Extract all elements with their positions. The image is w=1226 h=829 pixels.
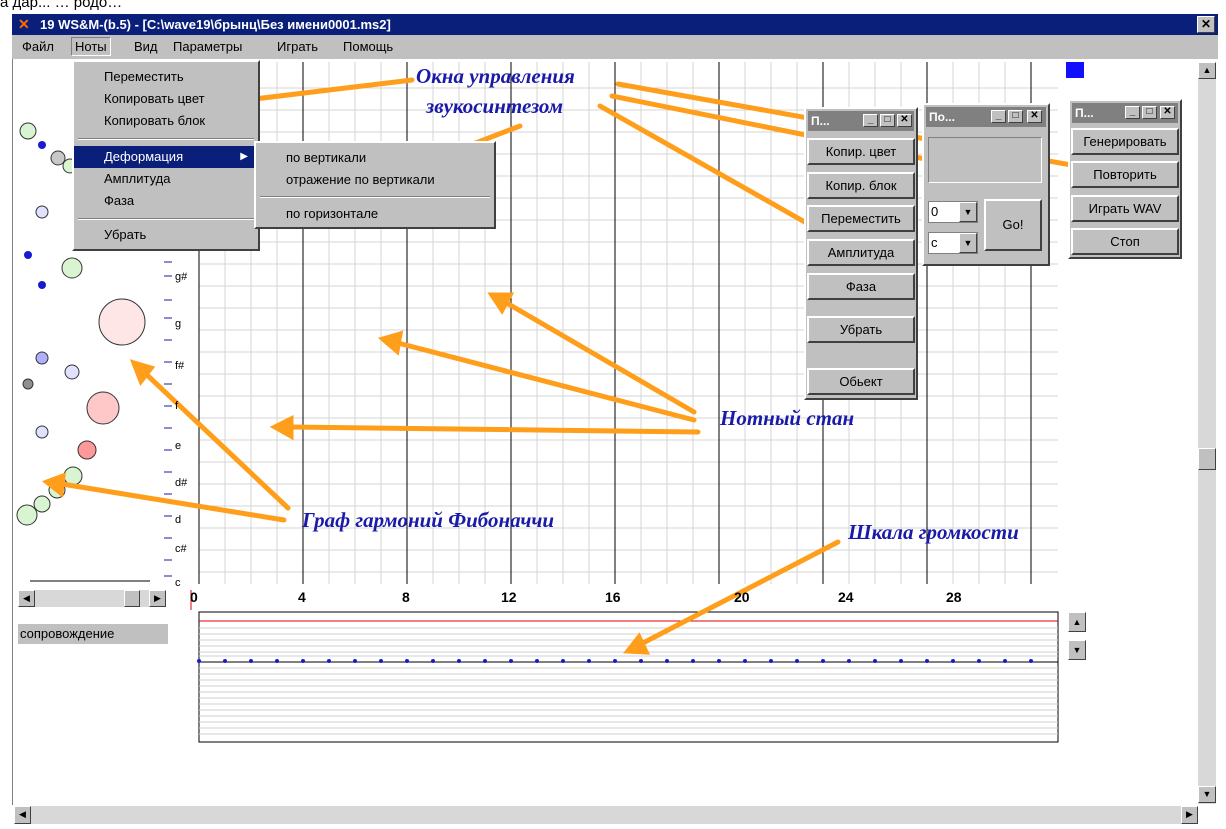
tool-window-edit: П... _ □ ✕ Копир. цвет Копир. блок Перем…	[804, 107, 918, 400]
menu-item-copy-block[interactable]: Копировать блок	[74, 110, 258, 132]
repeat-button[interactable]: Повторить	[1071, 161, 1179, 188]
vscroll-up-icon[interactable]: ▲	[1198, 62, 1216, 79]
note-label-f-sharp: f#	[175, 360, 185, 372]
tool-window-generate-title-text: П...	[1075, 106, 1094, 120]
x-tick-28: 28	[946, 589, 962, 605]
select-note-value: c	[931, 235, 938, 250]
note-label-c-sharp: c#	[175, 543, 187, 555]
graph-scroll-thumb[interactable]	[124, 590, 140, 607]
tool-window-params-title-text: По...	[929, 110, 955, 124]
track-label[interactable]: сопровождение	[18, 624, 168, 644]
menu-item-deformation-label: Деформация	[104, 149, 184, 164]
tool-window-edit-title-text: П...	[811, 114, 830, 128]
maximize-icon[interactable]: □	[1008, 110, 1023, 123]
hscroll-right-icon[interactable]: ▶	[1181, 806, 1198, 824]
notes-menu: Переместить Копировать цвет Копировать б…	[72, 60, 260, 251]
menu-item-move[interactable]: Переместить	[74, 66, 258, 88]
note-label-e: e	[175, 440, 182, 452]
remove-button[interactable]: Убрать	[807, 316, 915, 343]
tool-window-generate: П... _ □ ✕ Генерировать Повторить Играть…	[1068, 99, 1182, 259]
deformation-submenu: по вертикали отражение по вертикали по г…	[254, 141, 496, 229]
tool-window-params: По... _ □ ✕ 0 ▼ c ▼ Go!	[922, 103, 1050, 266]
note-label-d: d	[175, 514, 182, 526]
submenu-separator	[260, 196, 490, 198]
close-icon[interactable]: ✕	[1027, 110, 1042, 123]
submenu-item-vertical[interactable]: по вертикали	[256, 147, 494, 169]
tool-window-params-title[interactable]: По... _ □ ✕	[926, 107, 1046, 127]
chevron-down-icon[interactable]: ▼	[959, 202, 977, 222]
note-label-f: f	[175, 400, 179, 412]
x-tick-4: 4	[298, 589, 306, 605]
note-label-d-sharp: d#	[175, 477, 188, 489]
x-tick-20: 20	[734, 589, 750, 605]
annotation-synth-windows-line2: звукосинтезом	[426, 94, 564, 118]
position-marker	[1066, 62, 1084, 78]
note-label-c: c	[175, 577, 181, 589]
close-icon[interactable]: ✕	[1160, 106, 1175, 119]
main-vscrollbar[interactable]: ▲ ▼	[1198, 62, 1216, 804]
menu-item-phase[interactable]: Фаза	[74, 190, 258, 212]
close-icon[interactable]: ✕	[897, 114, 912, 127]
vscroll-down-icon[interactable]: ▼	[1198, 786, 1216, 803]
select-note[interactable]: c ▼	[928, 232, 978, 254]
phase-button[interactable]: Фаза	[807, 273, 915, 300]
menu-item-copy-color[interactable]: Копировать цвет	[74, 88, 258, 110]
minimize-icon[interactable]: _	[991, 110, 1006, 123]
minimize-icon[interactable]: _	[1125, 106, 1140, 119]
menu-separator	[78, 138, 254, 140]
play-wav-button[interactable]: Играть WAV	[1071, 195, 1179, 222]
x-tick-8: 8	[402, 589, 410, 605]
menu-item-amplitude[interactable]: Амплитуда	[74, 168, 258, 190]
submenu-item-horizontal[interactable]: по горизонтале	[256, 203, 494, 225]
tool-window-edit-title[interactable]: П... _ □ ✕	[808, 111, 914, 131]
volume-scale[interactable]	[197, 611, 1059, 743]
copy-block-button[interactable]: Копир. блок	[807, 172, 915, 199]
graph-hscrollbar[interactable]: ◀ ▶	[18, 590, 166, 607]
note-label-g: g	[175, 318, 182, 330]
params-display	[928, 137, 1042, 183]
graph-scroll-left-icon[interactable]: ◀	[18, 590, 35, 607]
note-ticks	[164, 261, 172, 577]
x-tick-16: 16	[605, 589, 621, 605]
graph-scroll-right-icon[interactable]: ▶	[149, 590, 166, 607]
annotation-staff: Нотный стан	[720, 406, 855, 430]
annotation-volume: Шкала громкости	[848, 520, 1019, 544]
maximize-icon[interactable]: □	[1142, 106, 1157, 119]
vscroll-thumb[interactable]	[1198, 448, 1216, 470]
main-hscrollbar[interactable]: ◀ ▶	[14, 806, 1198, 824]
annotation-fibonacci: Граф гармоний Фибоначчи	[302, 508, 555, 532]
select-octave-value: 0	[931, 204, 939, 219]
object-button[interactable]: Обьект	[807, 368, 915, 395]
generate-button[interactable]: Генерировать	[1071, 128, 1179, 155]
minimize-icon[interactable]: _	[863, 114, 878, 127]
hscroll-left-icon[interactable]: ◀	[14, 806, 31, 824]
menu-item-deformation[interactable]: Деформация ▶	[74, 146, 258, 168]
move-button[interactable]: Переместить	[807, 205, 915, 232]
volume-down-icon[interactable]: ▼	[1068, 640, 1086, 660]
stop-button[interactable]: Стоп	[1071, 228, 1179, 255]
tool-window-generate-title[interactable]: П... _ □ ✕	[1072, 103, 1178, 123]
maximize-icon[interactable]: □	[880, 114, 895, 127]
note-label-g-sharp: g#	[175, 271, 188, 283]
x-tick-12: 12	[501, 589, 517, 605]
menu-item-remove[interactable]: Убрать	[74, 224, 258, 246]
volume-up-icon[interactable]: ▲	[1068, 612, 1086, 632]
x-tick-24: 24	[838, 589, 854, 605]
select-octave[interactable]: 0 ▼	[928, 201, 978, 223]
copy-color-button[interactable]: Копир. цвет	[807, 138, 915, 165]
amplitude-button[interactable]: Амплитуда	[807, 239, 915, 266]
x-tick-0: 0	[190, 589, 198, 605]
submenu-item-vertical-mirror[interactable]: отражение по вертикали	[256, 169, 494, 191]
go-button[interactable]: Go!	[984, 199, 1042, 251]
submenu-arrow-icon: ▶	[240, 151, 248, 162]
annotation-synth-windows-line1: Окна управления	[416, 64, 575, 88]
chevron-down-icon[interactable]: ▼	[959, 233, 977, 253]
menu-separator	[78, 218, 254, 220]
